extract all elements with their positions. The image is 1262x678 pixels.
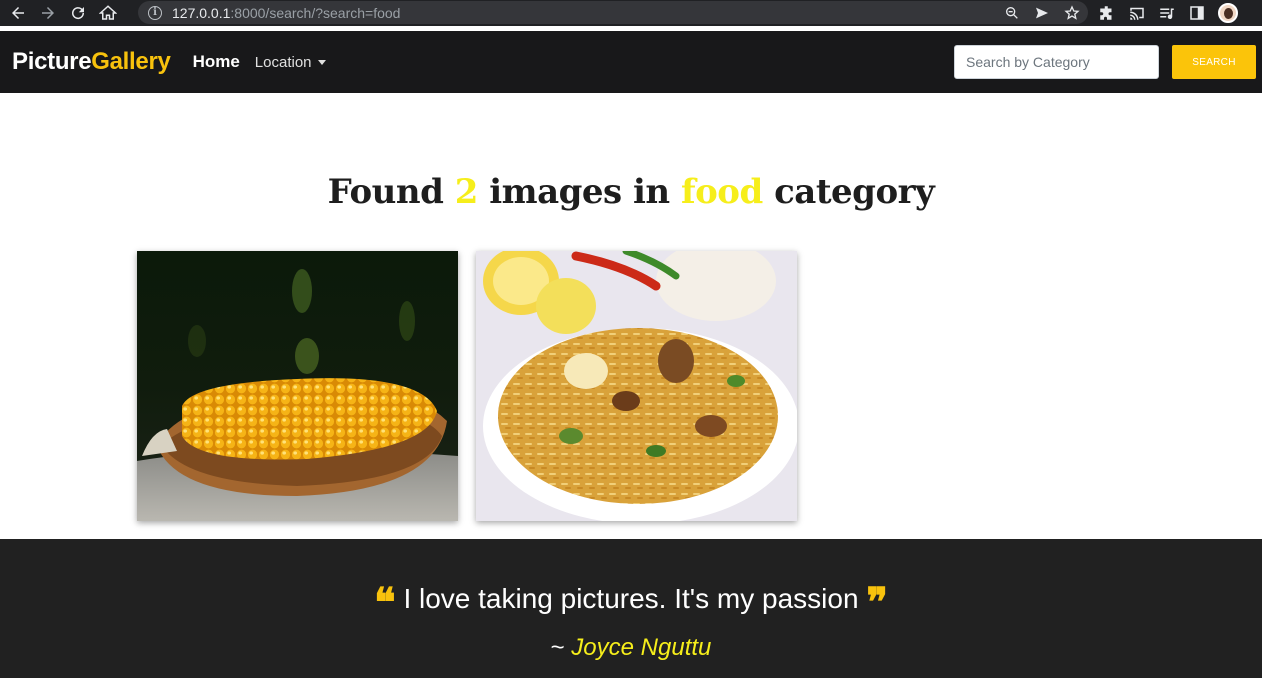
nav-home-link[interactable]: Home [193, 52, 240, 72]
results-heading: Found 2 images in food category [327, 172, 935, 212]
address-bar[interactable]: i 127.0.0.1:8000/search/?search=food [138, 1, 1088, 24]
author-name: Joyce Nguttu [571, 634, 712, 661]
caret-down-icon [317, 59, 326, 65]
zoom-icon[interactable] [1004, 5, 1020, 21]
profile-avatar[interactable] [1218, 3, 1238, 23]
reload-icon[interactable] [66, 1, 90, 25]
send-icon[interactable] [1034, 5, 1050, 21]
extensions-icon[interactable] [1098, 4, 1116, 22]
footer-author: ~ Joyce Nguttu [550, 634, 712, 661]
nav-location-label: Location [254, 53, 312, 71]
browser-toolbar: i 127.0.0.1:8000/search/?search=food [0, 0, 1262, 26]
footer-quote: ❝ I love taking pictures. It's my passio… [374, 579, 888, 626]
search-button[interactable]: SEARCH [1172, 45, 1256, 79]
site-navbar: PictureGallery Home Location SEARCH [0, 31, 1262, 93]
quote-open-icon: ❝ [374, 579, 396, 626]
url-text: 127.0.0.1:8000/search/?search=food [172, 4, 401, 21]
search-input[interactable] [954, 45, 1159, 79]
cast-icon[interactable] [1128, 4, 1146, 22]
gallery-image-corn[interactable] [137, 251, 458, 521]
media-queue-icon[interactable] [1158, 4, 1176, 22]
site-footer: ❝ I love taking pictures. It's my passio… [0, 539, 1262, 678]
gallery-image-biryani[interactable] [476, 251, 797, 521]
nav-location-dropdown[interactable]: Location [255, 54, 326, 71]
site-info-icon[interactable]: i [148, 5, 162, 20]
forward-icon[interactable] [36, 1, 60, 25]
brand-logo[interactable]: PictureGallery [12, 48, 171, 76]
side-panel-icon[interactable] [1188, 4, 1206, 22]
back-icon[interactable] [6, 1, 30, 25]
bookmark-star-icon[interactable] [1064, 4, 1080, 21]
quote-close-icon: ❞ [866, 579, 888, 626]
results-category: food [681, 172, 763, 212]
results-count: 2 [454, 172, 479, 212]
home-icon[interactable] [96, 1, 120, 25]
